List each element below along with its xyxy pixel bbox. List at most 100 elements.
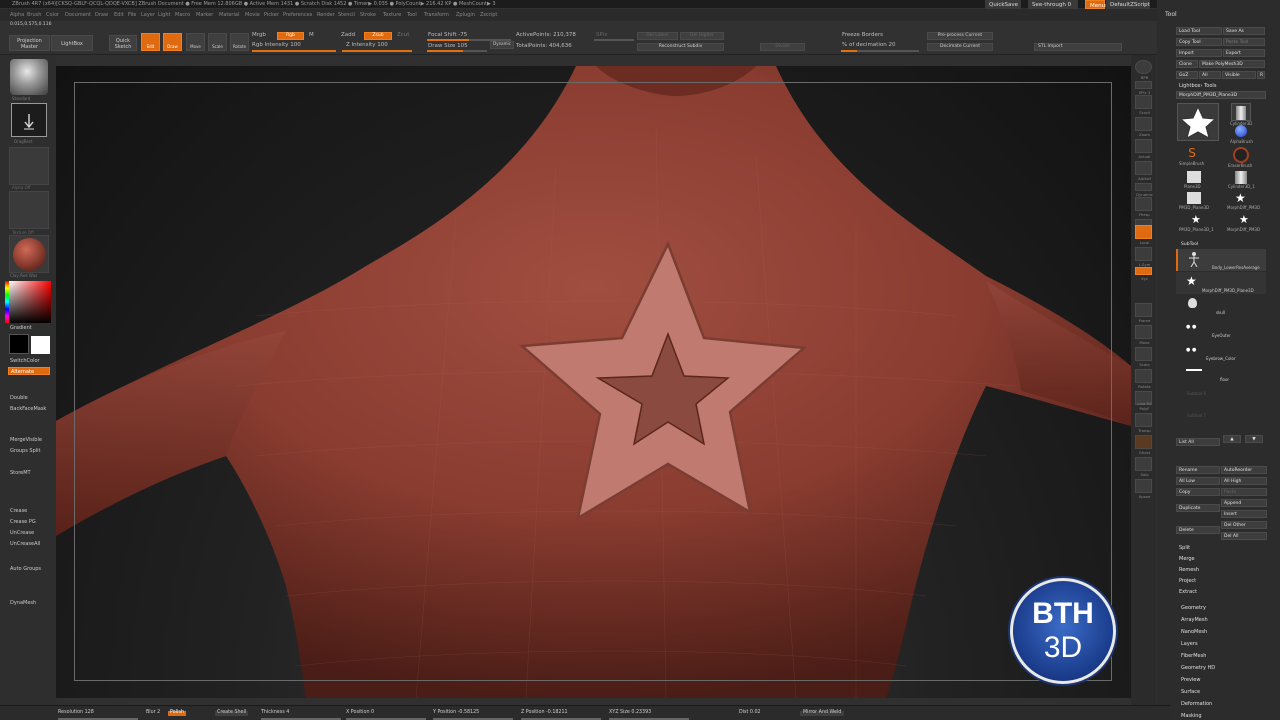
bpr-render-button[interactable]: BPR [1135,60,1152,80]
polyframe-button[interactable]: Line Fill PolyF [1135,391,1152,411]
y-position-slider[interactable]: Y Position -0.58125 [433,710,479,716]
crease-pg-button[interactable]: Crease PG [10,519,36,525]
scale-mode-button[interactable]: Scale [208,33,227,51]
xyz-size-slider[interactable]: XYZ Size 0.23393 [609,710,651,716]
draw-mode-button[interactable]: Draw [163,33,182,51]
star-icon-2[interactable]: ★ [1235,192,1246,204]
preview-section[interactable]: Preview [1181,677,1200,683]
menu-zplugin[interactable]: Zplugin [456,12,475,18]
del-lower-button[interactable]: Del Lower [637,32,678,40]
persp-button[interactable]: Persp [1135,197,1152,217]
menu-draw[interactable]: Draw [95,12,108,18]
rotate-view-button[interactable]: Rotate [1135,369,1152,389]
thickness-slider[interactable]: Thickness 4 [261,710,289,716]
dist-slider[interactable]: Dist 0.02 [739,710,761,716]
menus-toggle[interactable]: Menus [1085,0,1108,9]
masking-section[interactable]: Masking [1181,713,1202,719]
menu-light[interactable]: Light [158,12,170,18]
rotate-mode-button[interactable]: Rotate [230,33,249,51]
del-all-button[interactable]: Del All [1221,532,1267,540]
subtool-item-skull[interactable]: skull [1176,295,1266,317]
rgb-toggle[interactable]: Rgb [277,32,304,40]
paste-tool-button[interactable]: Paste Tool [1223,38,1265,46]
remesh-section[interactable]: Remesh [1179,567,1199,573]
subtool-item-eyeouter[interactable]: ● ● EyeOuter [1176,318,1266,340]
export-button[interactable]: Export [1223,49,1265,57]
pm3d-plane-icon[interactable] [1187,192,1201,204]
m-toggle[interactable]: M [309,32,314,39]
store-mt-button[interactable]: StoreMT [10,470,31,476]
all-low-button[interactable]: All Low [1176,477,1220,485]
tool-thumb-cylinder[interactable] [1231,103,1251,121]
edit-mode-button[interactable]: Edit [141,33,160,51]
z-intensity-slider[interactable] [342,50,412,52]
dynamic-toggle[interactable]: Dynamic [490,41,514,49]
tool-thumb-morphdiff[interactable] [1177,103,1219,141]
menu-document[interactable]: Document [65,12,91,18]
menu-layer[interactable]: Layer [141,12,155,18]
menu-render[interactable]: Render [317,12,335,18]
visible-button[interactable]: Visible [1222,71,1256,79]
mirror-and-weld-button[interactable]: Mirror And Weld [800,710,845,716]
tool-palette-header[interactable]: Tool [1165,11,1177,18]
split-section[interactable]: Split [1179,545,1190,551]
polish-toggle[interactable]: Polish [168,710,186,716]
menu-macro[interactable]: Macro [175,12,190,18]
quick-sketch-button[interactable]: Quick Sketch [109,35,137,51]
lsym-button[interactable]: L.Sym [1135,247,1152,267]
subtool-item-body[interactable]: Body_LowerResAverage [1176,249,1266,271]
subtool-item-eyebrow[interactable]: ● ● Eyebrow_Color [1176,341,1266,363]
clone-button[interactable]: Clone [1176,60,1198,68]
groups-split-button[interactable]: Groups Split [10,448,41,454]
menu-picker[interactable]: Picker [264,12,279,18]
texture-thumbnail[interactable] [9,191,49,229]
del-higher-button[interactable]: Del Higher [680,32,724,40]
subtool-item-star[interactable]: ★ MorphDiff_PM3D_Plane3D [1176,272,1266,294]
dynamesh-button[interactable]: DynaMesh [10,600,36,606]
make-polymesh-button[interactable]: Make PolyMesh3D [1199,60,1265,68]
color-picker[interactable] [9,281,51,323]
menu-color[interactable]: Color [46,12,59,18]
zoom-button[interactable]: Zoom [1135,117,1152,137]
actual-button[interactable]: Actual [1135,139,1152,159]
alpha-thumbnail[interactable] [9,147,49,185]
material-thumbnail[interactable] [9,235,49,273]
copy-subtool-button[interactable]: Copy [1176,488,1220,496]
mrgb-toggle[interactable]: Mrgb [252,32,266,39]
geometry-section[interactable]: Geometry [1181,605,1206,611]
backfacemask-toggle[interactable]: BackFaceMask [10,406,46,412]
merge-section[interactable]: Merge [1179,556,1195,562]
menu-file[interactable]: File [128,12,136,18]
surface-section[interactable]: Surface [1181,689,1200,695]
xyz-button[interactable]: Xyz [1135,267,1152,281]
copy-tool-button[interactable]: Copy Tool [1176,38,1222,46]
main-color-swatch[interactable] [9,334,29,354]
standard-brush-thumbnail[interactable] [10,59,48,95]
default-script-button[interactable]: DefaultZScript [1106,0,1150,9]
plane3d-icon[interactable] [1187,171,1201,183]
alphabrush-icon[interactable] [1235,125,1247,137]
menu-movie[interactable]: Movie [245,12,260,18]
z-position-slider[interactable]: Z Position -0.18211 [521,710,568,716]
decimation-slider[interactable] [841,50,919,52]
subtool-item-floor[interactable]: floor [1176,364,1266,386]
alternate-button[interactable]: Alternate [8,367,50,375]
autoreorder-button[interactable]: AutoReorder [1221,466,1267,474]
xpose-button[interactable]: Xpose [1135,479,1152,499]
transp-button[interactable]: Transp [1135,413,1152,433]
move-view-button[interactable]: Move [1135,325,1152,345]
zcut-toggle[interactable]: Zcut [397,32,409,39]
simplebrush-icon[interactable]: S [1185,146,1199,160]
r-button[interactable]: R [1257,71,1265,79]
aahalf-button[interactable]: AAHalf [1135,161,1152,181]
decimate-current-button[interactable]: Decimate Current [927,43,993,51]
fibermesh-section[interactable]: FiberMesh [1181,653,1206,659]
preprocess-current-button[interactable]: Pre-process Current [927,32,993,40]
crease-button[interactable]: Crease [10,508,27,514]
geometry-hd-section[interactable]: Geometry HD [1181,665,1215,671]
cylinder-icon-2[interactable] [1235,171,1247,184]
zadd-toggle[interactable]: Zadd [341,32,355,39]
list-all-button[interactable]: List All [1176,438,1220,446]
seethrough-slider[interactable]: See-through 0 [1028,0,1078,9]
menu-tool[interactable]: Tool [407,12,417,18]
